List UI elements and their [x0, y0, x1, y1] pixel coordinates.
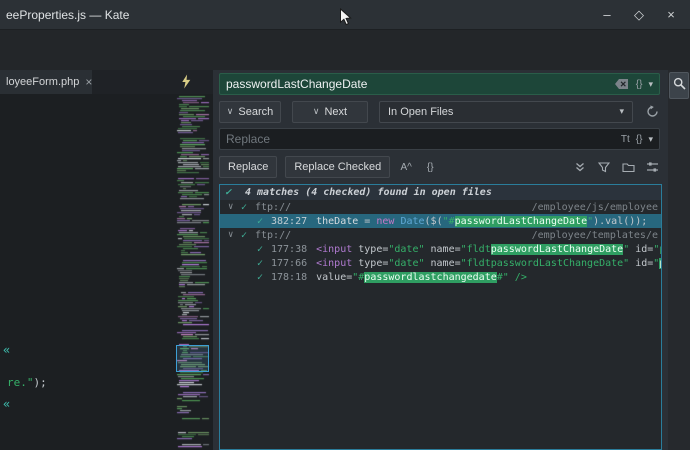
search-toolview-button[interactable] — [669, 72, 689, 99]
checkbox-icon[interactable]: ✓ — [257, 244, 271, 255]
results-toolbar — [572, 158, 660, 176]
next-button[interactable]: ∨ Next — [292, 101, 368, 123]
regex-icon[interactable]: {} — [636, 134, 643, 145]
results-summary-row[interactable]: ✓ 4 matches (4 checked) found in open fi… — [220, 185, 661, 200]
results-tree: ∨✓ftp:///employee/js/employee✓382:27theD… — [220, 200, 661, 284]
search-input[interactable] — [220, 77, 614, 91]
match-case-icon[interactable]: Tt — [621, 134, 630, 145]
tab-employeeform[interactable]: loyeeForm.php × — [0, 70, 92, 94]
checkbox-icon[interactable]: ✓ — [257, 216, 271, 227]
match-row[interactable]: ✓178:18 value="#passwordlastchangedate#" … — [220, 270, 661, 284]
window-controls: – ◇ × — [600, 7, 678, 23]
checkbox-icon[interactable]: ✓ — [257, 272, 271, 283]
collapse-arrow-icon[interactable]: ∨ — [228, 202, 241, 212]
results-summary-text: 4 matches (4 checked) found in open file… — [245, 187, 492, 198]
search-icon — [673, 77, 686, 95]
kate-window: eeProperties.js — Kate – ◇ × loyeeForm.p… — [0, 0, 690, 450]
chevron-down-icon: ▾ — [619, 106, 624, 117]
minimap-scrollbar[interactable] — [176, 94, 211, 450]
checkbox-icon[interactable]: ✓ — [241, 202, 255, 213]
editor-code-line: re."); — [7, 376, 47, 389]
match-line-col: 382:27 — [271, 216, 307, 227]
file-protocol: ftp:// — [255, 230, 291, 241]
result-file-row[interactable]: ∨✓ftp:// /employee/js/employee — [220, 200, 661, 214]
match-text: theDate = new Date($("#passwordLastChang… — [316, 216, 647, 227]
expand-results-icon[interactable] — [572, 158, 588, 176]
match-text: <input type="date" name="fldtpasswordLas… — [316, 244, 661, 255]
checkbox-icon[interactable]: ✓ — [257, 258, 271, 269]
collapse-arrow-icon[interactable]: ∨ — [228, 230, 241, 240]
replace-checked-button[interactable]: Replace Checked — [285, 156, 390, 178]
search-field-icons: {} ▾ — [614, 75, 659, 93]
replace-checked-label: Replace Checked — [294, 161, 381, 173]
refresh-icon[interactable] — [644, 103, 660, 121]
search-replace-panel: {} ▾ ∨ Search ∨ Next In Open Files ▾ — [213, 70, 668, 450]
regex-icon[interactable]: {} — [422, 158, 438, 176]
mouse-cursor — [339, 8, 352, 32]
match-line-col: 177:38 — [271, 244, 307, 255]
next-button-label: Next — [324, 106, 347, 118]
minimap-code-preview — [176, 94, 211, 450]
scope-dropdown[interactable]: In Open Files ▾ — [379, 101, 633, 123]
match-row[interactable]: ✓382:27 theDate = new Date($("#passwordLa… — [220, 214, 661, 228]
file-path: /employee/templates/e — [532, 230, 661, 241]
wrap-marker-icon: « — [3, 343, 10, 357]
options-icon[interactable] — [644, 158, 660, 176]
scope-value: In Open Files — [388, 106, 453, 118]
replace-field[interactable]: Tt {} ▾ — [219, 128, 660, 150]
match-line-col: 178:18 — [271, 272, 307, 283]
replace-history-chevron-icon[interactable]: ▾ — [648, 134, 653, 145]
tab-bar: loyeeForm.php × — [0, 70, 213, 94]
replace-button-label: Replace — [228, 161, 268, 173]
match-line-col: 177:66 — [271, 258, 307, 269]
chevron-down-icon: ∨ — [313, 106, 320, 117]
editor-empty-area — [0, 31, 690, 70]
window-title: eeProperties.js — Kate — [6, 8, 129, 22]
replace-field-icons: Tt {} ▾ — [621, 134, 659, 145]
search-field[interactable]: {} ▾ — [219, 73, 660, 95]
file-path: /employee/js/employee — [532, 202, 661, 213]
search-button[interactable]: ∨ Search — [219, 101, 281, 123]
minimize-icon[interactable]: – — [600, 7, 614, 23]
regex-icon[interactable]: {} — [636, 79, 643, 90]
clear-search-icon[interactable] — [614, 75, 630, 93]
preserve-case-icon[interactable]: A^ — [398, 158, 414, 176]
match-row[interactable]: ✓177:66 <input type="date" name="fldtpass… — [220, 256, 661, 270]
filter-icon[interactable] — [596, 158, 612, 176]
search-history-chevron-icon[interactable]: ▾ — [648, 79, 653, 90]
search-actions-row: ∨ Search ∨ Next In Open Files ▾ — [219, 100, 660, 123]
close-icon[interactable]: × — [664, 7, 678, 23]
editor-view[interactable]: loyeeForm.php × « « re."); — [0, 70, 213, 450]
minimap-viewport-indicator[interactable] — [176, 345, 209, 372]
file-protocol: ftp:// — [255, 202, 291, 213]
chevron-down-icon: ∨ — [227, 106, 234, 117]
search-button-label: Search — [238, 106, 273, 118]
replace-button[interactable]: Replace — [219, 156, 277, 178]
result-file-row[interactable]: ∨✓ftp:// /employee/templates/e — [220, 228, 661, 242]
open-folder-icon[interactable] — [620, 158, 636, 176]
toolview-sidebar — [668, 70, 690, 450]
search-results: ✓ 4 matches (4 checked) found in open fi… — [219, 184, 662, 450]
tab-close-icon[interactable]: × — [85, 75, 92, 89]
replace-input[interactable] — [220, 132, 621, 146]
match-text: <input type="date" name="fldtpasswordLas… — [316, 258, 661, 269]
checkbox-icon[interactable]: ✓ — [241, 230, 255, 241]
match-text: value="#passwordlastchangedate#" /> — [316, 272, 527, 283]
replace-actions-row: Replace Replace Checked A^ {} — [219, 156, 660, 178]
wrap-marker-icon: « — [3, 397, 10, 411]
flash-icon — [179, 74, 195, 90]
checkbox-icon[interactable]: ✓ — [225, 187, 239, 198]
match-row[interactable]: ✓177:38 <input type="date" name="fldtpass… — [220, 242, 661, 256]
restore-icon[interactable]: ◇ — [632, 7, 646, 23]
tab-label: loyeeForm.php — [6, 76, 79, 88]
